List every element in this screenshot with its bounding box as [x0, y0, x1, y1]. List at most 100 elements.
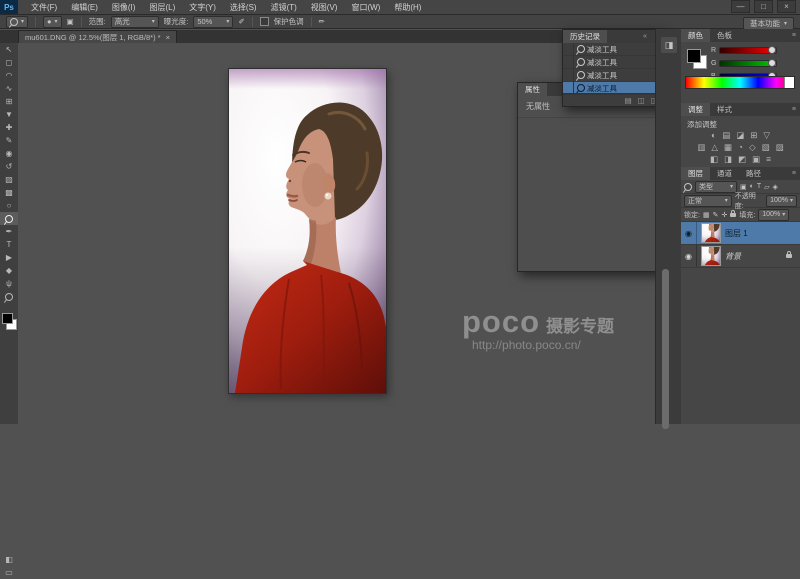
lock-transparency-icon[interactable]: ▦	[703, 211, 710, 219]
adjustment-icon[interactable]: ▣	[752, 154, 760, 165]
close-button[interactable]: ×	[777, 0, 796, 13]
tab-styles[interactable]: 样式	[710, 103, 739, 116]
collapse-icon[interactable]: «	[639, 33, 651, 40]
panel-menu-icon[interactable]: ≡	[788, 32, 800, 39]
range-dropdown[interactable]: 高光 ▾	[111, 16, 159, 28]
menu-layer[interactable]: 图层(L)	[142, 0, 182, 14]
history-state[interactable]: 减淡工具	[563, 56, 663, 69]
history-state[interactable]: 减淡工具	[563, 69, 663, 82]
adjustment-icon[interactable]: ◩	[738, 154, 746, 165]
layer-thumbnail[interactable]	[701, 223, 721, 243]
menu-window[interactable]: 窗口(W)	[344, 0, 387, 14]
tool-marquee[interactable]: ◻	[0, 56, 18, 69]
tab-adjustments[interactable]: 调整	[681, 103, 710, 116]
lock-move-icon[interactable]: ✛	[721, 211, 727, 219]
tool-brush[interactable]: ✎	[0, 134, 18, 147]
tool-eyedropper[interactable]: ▼	[0, 108, 18, 121]
tool-healing-brush[interactable]: ✚	[0, 121, 18, 134]
history-source-checkbox[interactable]	[563, 56, 574, 68]
adjustment-icon[interactable]: ≡	[766, 154, 771, 165]
foreground-color-swatch[interactable]	[2, 313, 13, 324]
adjustment-icon[interactable]: ◇	[749, 142, 756, 153]
filter-smart-icon[interactable]: ◈	[773, 183, 778, 191]
screen-mode-button[interactable]: ▭	[0, 566, 18, 579]
color-spectrum-ramp[interactable]	[685, 76, 795, 89]
adjustment-icon[interactable]: ▤	[722, 130, 730, 141]
minimize-button[interactable]: —	[731, 0, 750, 13]
layer-row-layer1[interactable]: ◉ 图层 1	[681, 222, 800, 245]
tool-lasso[interactable]: ◠	[0, 69, 18, 82]
adjustment-icon[interactable]: ⊞	[750, 130, 757, 141]
adjustment-icon[interactable]: ◧	[710, 154, 718, 165]
menu-help[interactable]: 帮助(H)	[387, 0, 428, 14]
filter-type-icon[interactable]: T	[757, 183, 761, 190]
menu-view[interactable]: 视图(V)	[304, 0, 345, 14]
tool-eraser[interactable]: ▨	[0, 173, 18, 186]
filter-shape-icon[interactable]: ▱	[764, 183, 769, 191]
exposure-dropdown[interactable]: 50% ▾	[193, 16, 233, 28]
opacity-dropdown[interactable]: 100% ▾	[766, 195, 797, 207]
menu-type[interactable]: 文字(Y)	[182, 0, 223, 14]
brush-size-picker[interactable]: ● ▾	[43, 16, 62, 28]
adjustment-icon[interactable]: ◔	[738, 142, 743, 153]
tab-color[interactable]: 颜色	[681, 29, 710, 42]
blend-mode-dropdown[interactable]: 正常 ▾	[684, 195, 732, 207]
adjustment-icon[interactable]: ▽	[763, 130, 770, 141]
tool-hand[interactable]: ψ	[0, 277, 18, 290]
protect-tones-checkbox[interactable]	[260, 17, 269, 26]
menu-file[interactable]: 文件(F)	[24, 0, 64, 14]
restore-button[interactable]: □	[754, 0, 773, 13]
brush-preset-icon[interactable]: ▣	[67, 17, 74, 26]
visibility-eye-icon[interactable]: ◉	[681, 222, 697, 244]
filter-type-dropdown[interactable]: 类型 ▾	[695, 181, 737, 193]
fill-dropdown[interactable]: 100% ▾	[758, 209, 789, 221]
tab-close-icon[interactable]: ×	[166, 33, 170, 42]
red-slider[interactable]: R	[711, 47, 777, 54]
menu-image[interactable]: 图像(I)	[105, 0, 143, 14]
adjustment-icon[interactable]: ▨	[776, 142, 784, 153]
new-document-from-state-icon[interactable]: ▤	[625, 96, 632, 105]
tool-path-select[interactable]: ▶	[0, 251, 18, 264]
menu-filter[interactable]: 滤镜(T)	[264, 0, 304, 14]
filter-pixel-icon[interactable]: ▣	[740, 183, 747, 191]
document-image[interactable]	[228, 68, 387, 394]
tool-quick-select[interactable]: ∿	[0, 82, 18, 95]
adjustment-icon[interactable]: △	[711, 142, 718, 153]
adjustment-icon[interactable]: ◐	[711, 130, 716, 141]
tool-history-brush[interactable]: ↺	[0, 160, 18, 173]
panel-menu-icon[interactable]: ≡	[788, 170, 800, 177]
lock-all-icon[interactable]	[730, 213, 736, 217]
adjustment-icon[interactable]: ▧	[762, 142, 770, 153]
tool-zoom[interactable]	[0, 290, 18, 303]
filter-adjustment-icon[interactable]: ◐	[750, 183, 754, 190]
tab-history[interactable]: 历史记录	[563, 30, 607, 43]
history-source-checkbox[interactable]	[563, 43, 574, 55]
tab-properties[interactable]: 属性	[518, 83, 547, 96]
tool-shape[interactable]: ◆	[0, 264, 18, 277]
airbrush-icon[interactable]: ✐	[238, 17, 244, 26]
tab-layers[interactable]: 图层	[681, 167, 710, 180]
brush-panel-icon[interactable]: ✏	[319, 17, 325, 26]
green-slider[interactable]: G	[711, 60, 777, 67]
tool-crop[interactable]: ⊞	[0, 95, 18, 108]
foreground-color-swatch[interactable]	[687, 49, 701, 63]
layer-row-background[interactable]: ◉ 背景	[681, 245, 800, 268]
tool-type[interactable]: T	[0, 238, 18, 251]
document-tab[interactable]: mu601.DNG @ 12.5%(图层 1, RGB/8*) * ×	[18, 30, 177, 44]
panel-menu-icon[interactable]: ≡	[788, 106, 800, 113]
tool-move[interactable]: ↖	[0, 43, 18, 56]
layer-thumbnail[interactable]	[701, 246, 721, 266]
adjustment-icon[interactable]: ◨	[724, 154, 732, 165]
history-state[interactable]: 减淡工具	[563, 43, 663, 56]
lock-paint-icon[interactable]: ✎	[713, 211, 719, 219]
adjustment-icon[interactable]: ◪	[736, 130, 744, 141]
tool-pen[interactable]: ✒	[0, 225, 18, 238]
new-snapshot-icon[interactable]: ◫	[638, 96, 645, 105]
tool-clone-stamp[interactable]: ◉	[0, 147, 18, 160]
tab-swatches[interactable]: 色板	[710, 29, 739, 42]
history-source-checkbox[interactable]	[563, 69, 574, 81]
tool-gradient[interactable]: ▩	[0, 186, 18, 199]
adjustment-icon[interactable]: ▥	[697, 142, 705, 153]
tab-paths[interactable]: 路径	[739, 167, 768, 180]
visibility-eye-icon[interactable]: ◉	[681, 245, 697, 267]
